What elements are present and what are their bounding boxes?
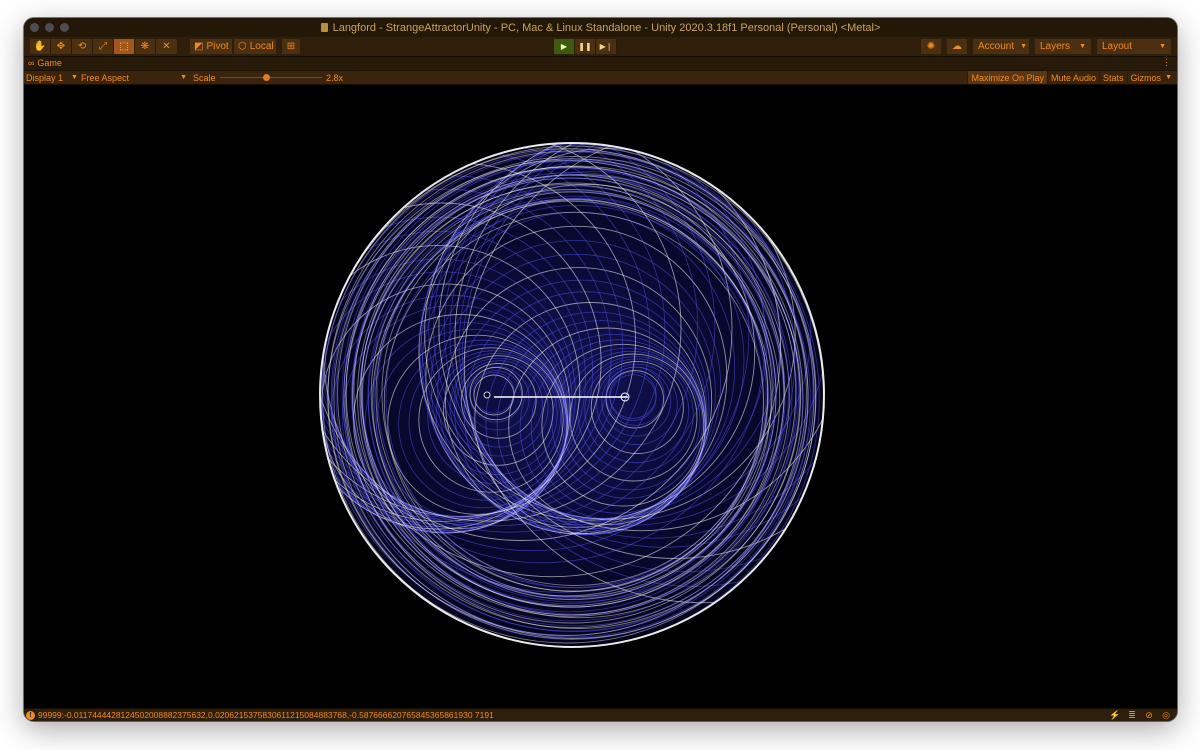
custom-tool-button[interactable]: ✕ — [156, 39, 177, 54]
display-label: Display 1 — [26, 72, 64, 83]
pivot-label: Pivot — [206, 41, 229, 52]
unity-editor-window: Langford - StrangeAttractorUnity - PC, M… — [24, 18, 1177, 721]
pause-icon: ❚❚ — [578, 42, 592, 51]
scale-tool-button[interactable]: ⤢ — [93, 39, 114, 54]
status-bar: ! 99999:-0.0117444428124502008882375632,… — [24, 708, 1177, 721]
rotate-icon: ⟲ — [77, 41, 87, 52]
database-icon[interactable]: ≣ — [1127, 710, 1137, 720]
game-tab-bar: ∞ Game ⋮ — [24, 57, 1177, 71]
step-button[interactable]: ▶❘ — [596, 39, 617, 54]
chevron-down-icon: ▼ — [1159, 43, 1166, 50]
title-bar: Langford - StrangeAttractorUnity - PC, M… — [24, 18, 1177, 38]
grid-snap-icon: ⊞ — [286, 41, 296, 52]
zoom-window-button[interactable] — [60, 23, 69, 32]
window-controls — [30, 23, 69, 32]
status-icons: ⚡ ≣ ⊘ ◎ — [1109, 710, 1171, 720]
mute-label: Mute Audio — [1051, 72, 1097, 83]
scale-slider-track[interactable] — [220, 77, 322, 78]
close-window-button[interactable] — [30, 23, 39, 32]
display-dropdown[interactable]: Display 1 ▼ — [26, 71, 78, 84]
chevron-down-icon: ▼ — [180, 74, 187, 81]
attractor-render — [319, 142, 825, 648]
playmode-controls: ▶ ❚❚ ▶❘ — [554, 39, 617, 54]
main-toolbar: ✋ ✥ ⟲ ⤢ ⬚ ❋ ✕ ◩ Pivot ⬡ Local ⊞ ▶ ❚❚ ▶❘ … — [24, 37, 1177, 57]
game-viewport[interactable] — [24, 85, 1177, 708]
hand-tool-button[interactable]: ✋ — [30, 39, 51, 54]
document-icon — [320, 23, 328, 32]
cloud-icon: ☁ — [952, 41, 962, 52]
pivot-toggle[interactable]: ◩ Pivot — [190, 39, 232, 54]
window-title-text: Langford - StrangeAttractorUnity - PC, M… — [332, 21, 881, 34]
game-view-options: Maximize On Play Mute Audio Stats Gizmos… — [967, 71, 1175, 84]
layout-label: Layout — [1102, 41, 1133, 52]
right-toolbar: ✺ ☁ Account ▼ Layers ▼ Layout ▼ — [921, 39, 1171, 54]
game-view-toolbar: Display 1 ▼ Free Aspect ▼ Scale 2.8x Max… — [24, 71, 1177, 85]
collab-button[interactable]: ✺ — [921, 39, 941, 54]
move-icon: ✥ — [56, 41, 66, 52]
attractor-focus-left — [483, 391, 491, 399]
chevron-down-icon: ▼ — [1079, 43, 1086, 50]
kebab-menu-icon: ⋮ — [1162, 57, 1171, 67]
layout-dropdown[interactable]: Layout ▼ — [1097, 39, 1171, 54]
maximize-label: Maximize On Play — [971, 72, 1044, 83]
play-icon: ▶ — [560, 42, 568, 51]
console-message-text: 99999:-0.0117444428124502008882375632,0.… — [38, 710, 494, 720]
move-tool-button[interactable]: ✥ — [51, 39, 72, 54]
layers-dropdown[interactable]: Layers ▼ — [1035, 39, 1091, 54]
account-dropdown[interactable]: Account ▼ — [973, 39, 1029, 54]
collab-icon: ✺ — [926, 41, 936, 52]
tools-icon: ✕ — [162, 41, 171, 52]
tab-game-label: Game — [37, 58, 62, 68]
console-message[interactable]: ! 99999:-0.0117444428124502008882375632,… — [26, 710, 494, 720]
gizmos-label: Gizmos — [1130, 72, 1162, 83]
network-icon[interactable]: ⚡ — [1109, 710, 1120, 720]
tab-menu-button[interactable]: ⋮ — [1162, 57, 1171, 68]
local-label: Local — [249, 41, 274, 52]
stats-toggle[interactable]: Stats — [1099, 71, 1127, 84]
chevron-down-icon: ▼ — [71, 74, 78, 81]
rotate-tool-button[interactable]: ⟲ — [72, 39, 93, 54]
hand-icon: ✋ — [33, 41, 47, 52]
transform-tools: ✋ ✥ ⟲ ⤢ ⬚ ❋ ✕ — [30, 39, 177, 54]
gamepad-icon: ∞ — [28, 58, 35, 68]
scale-value: 2.8x — [326, 72, 344, 83]
window-title: Langford - StrangeAttractorUnity - PC, M… — [320, 21, 881, 34]
chevron-down-icon: ▼ — [1165, 74, 1172, 81]
scale-slider-handle[interactable] — [262, 74, 270, 81]
pivot-icon: ◩ — [194, 41, 204, 52]
layers-label: Layers — [1040, 41, 1071, 52]
local-toggle[interactable]: ⬡ Local — [234, 39, 276, 54]
pause-button[interactable]: ❚❚ — [575, 39, 596, 54]
maximize-on-play-toggle[interactable]: Maximize On Play — [967, 71, 1047, 84]
tab-game[interactable]: ∞ Game — [28, 58, 62, 68]
chevron-down-icon: ▼ — [1020, 43, 1028, 50]
warning-icon: ! — [26, 710, 35, 720]
mute-audio-toggle[interactable]: Mute Audio — [1047, 71, 1099, 84]
scale-icon: ⤢ — [99, 41, 107, 52]
aspect-dropdown[interactable]: Free Aspect ▼ — [81, 71, 187, 84]
play-button[interactable]: ▶ — [554, 39, 575, 54]
bug-icon[interactable]: ⊘ — [1144, 710, 1154, 720]
gizmos-dropdown[interactable]: Gizmos ▼ — [1126, 71, 1175, 84]
minimize-window-button[interactable] — [45, 23, 54, 32]
cloud-button[interactable]: ☁ — [947, 39, 967, 54]
cube-icon: ⬡ — [238, 41, 247, 52]
step-icon: ▶❘ — [599, 42, 613, 51]
scale-label: Scale — [193, 72, 216, 83]
rect-tool-button[interactable]: ⬚ — [114, 39, 135, 54]
stats-label: Stats — [1103, 72, 1124, 83]
transform-tool-button[interactable]: ❋ — [135, 39, 156, 54]
transform-icon: ❋ — [140, 41, 150, 52]
check-circle-icon[interactable]: ◎ — [1161, 710, 1171, 720]
account-label: Account — [978, 41, 1015, 52]
rect-icon: ⬚ — [119, 41, 129, 52]
grid-snap-button[interactable]: ⊞ — [282, 39, 300, 54]
aspect-label: Free Aspect — [81, 72, 130, 83]
